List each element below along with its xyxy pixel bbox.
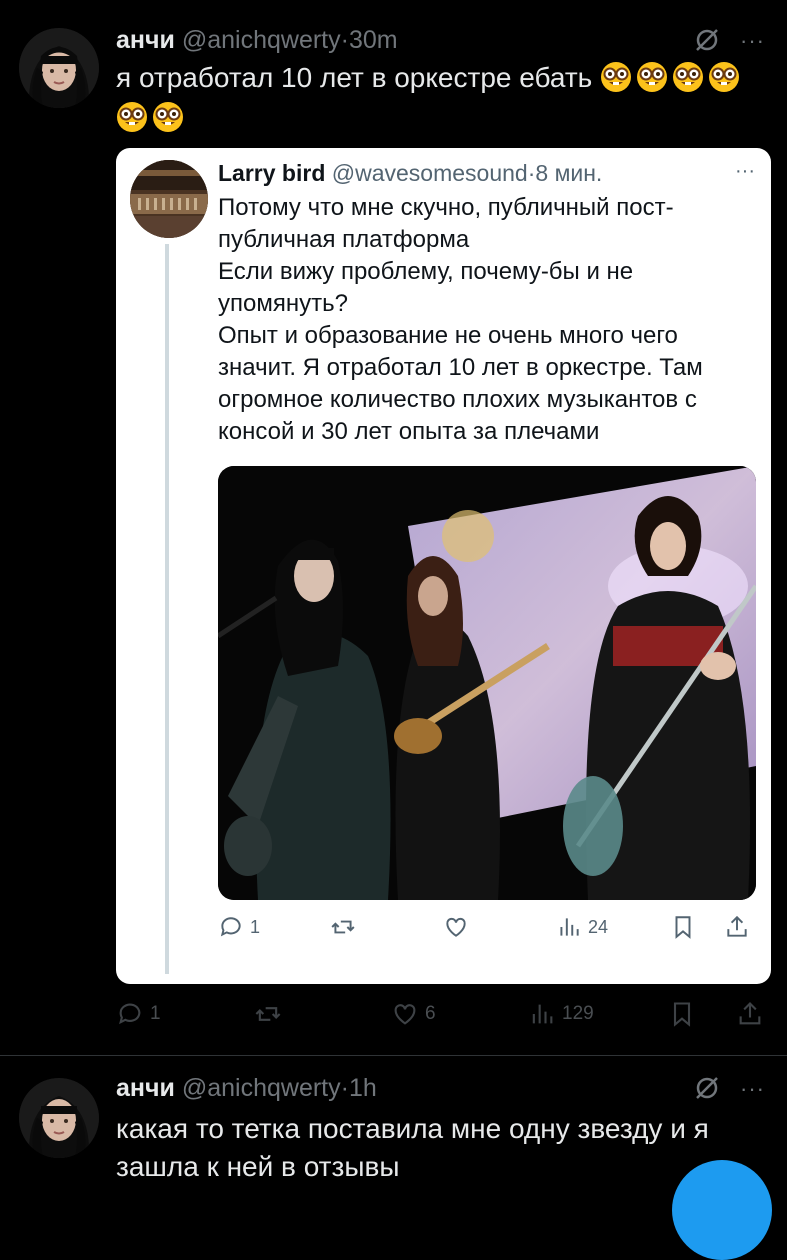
- quote-author-handle[interactable]: @wavesomesound: [332, 160, 528, 186]
- author-name[interactable]: анчи: [116, 1074, 175, 1102]
- bookmark-icon: [673, 1002, 691, 1027]
- retweet-button[interactable]: [254, 1000, 282, 1028]
- quote-avatar[interactable]: [130, 160, 208, 238]
- like-button[interactable]: 6: [391, 1000, 436, 1028]
- author-handle[interactable]: @anichqwerty: [182, 26, 341, 54]
- like-button[interactable]: [443, 914, 469, 940]
- grok-icon[interactable]: [693, 1074, 721, 1109]
- reply-button[interactable]: 1: [116, 1000, 161, 1028]
- views-count: 24: [588, 916, 609, 937]
- nerd-face-icon: [601, 62, 632, 92]
- share-icon: [739, 1002, 761, 1025]
- nerd-face-icon: [153, 102, 183, 132]
- timestamp[interactable]: 30m: [349, 26, 398, 54]
- bookmark-button[interactable]: [668, 1000, 696, 1028]
- separator-dot: ·: [340, 1074, 349, 1102]
- nerd-face-icon: [673, 62, 704, 92]
- tweet-1[interactable]: анчи @anichqwerty·30m ··· я отработал 10…: [0, 0, 787, 1050]
- like-count: 6: [425, 1003, 436, 1024]
- author-name[interactable]: анчи: [116, 26, 175, 54]
- views-button[interactable]: 129: [528, 1000, 594, 1028]
- reply-icon: [119, 1003, 141, 1025]
- reply-button[interactable]: 1: [218, 914, 260, 940]
- compose-button[interactable]: [672, 1160, 772, 1260]
- quote-text: Потому что мне скучно, публичный пост- п…: [218, 194, 703, 445]
- retweet-icon: [331, 920, 355, 934]
- views-icon: [560, 918, 579, 936]
- heart-icon: [446, 917, 466, 937]
- tweet-action-bar: 1 6 129: [116, 1000, 771, 1032]
- share-button[interactable]: [736, 1000, 764, 1028]
- tweet-2[interactable]: анчи @anichqwerty·1h ··· какая то тетка …: [0, 1056, 787, 1200]
- bookmark-icon: [675, 916, 691, 939]
- grok-icon[interactable]: [693, 26, 721, 61]
- retweet-button[interactable]: [330, 914, 356, 940]
- views-icon: [532, 1004, 553, 1024]
- band-photo[interactable]: [218, 466, 756, 900]
- reply-count: 1: [250, 916, 261, 937]
- separator-dot: ·: [340, 26, 349, 54]
- views-button[interactable]: 24: [556, 914, 608, 940]
- heart-icon: [394, 1004, 416, 1025]
- reply-count: 1: [150, 1003, 161, 1024]
- nerd-face-icon: [117, 102, 147, 132]
- tweet-text: я отработал 10 лет в оркестре ебать: [116, 58, 776, 138]
- tweet-header: анчи @anichqwerty·30m: [116, 26, 398, 55]
- thread-line: [165, 244, 169, 974]
- quote-timestamp[interactable]: 8 мин.: [535, 160, 602, 186]
- avatar[interactable]: [19, 1078, 99, 1158]
- nerd-face-icon: [637, 62, 668, 92]
- quoted-tweet-card[interactable]: Larry bird @wavesomesound·8 мин. ··· Пот…: [116, 148, 771, 984]
- nerd-face-icon: [709, 62, 740, 92]
- share-icon: [727, 915, 747, 937]
- more-options-icon[interactable]: ···: [740, 1076, 765, 1102]
- views-count: 129: [562, 1003, 594, 1024]
- timestamp[interactable]: 1h: [349, 1074, 377, 1102]
- quote-header: Larry bird @wavesomesound·8 мин.: [218, 160, 602, 187]
- retweet-icon: [255, 1007, 281, 1021]
- reply-icon: [220, 917, 241, 937]
- share-button[interactable]: [724, 914, 750, 940]
- bookmark-button[interactable]: [670, 914, 696, 940]
- avatar[interactable]: [19, 28, 99, 108]
- tweet-header: анчи @anichqwerty·1h: [116, 1074, 377, 1103]
- tweet-text: какая то тетка поставила мне одну звезду…: [116, 1113, 709, 1182]
- more-options-icon[interactable]: ···: [740, 28, 765, 54]
- quote-action-bar: 1 24: [218, 914, 756, 944]
- tweet-text-content: я отработал 10 лет в оркестре ебать: [116, 62, 593, 93]
- author-handle[interactable]: @anichqwerty: [182, 1074, 341, 1102]
- more-options-icon[interactable]: ···: [735, 160, 755, 183]
- quote-author-name[interactable]: Larry bird: [218, 160, 325, 186]
